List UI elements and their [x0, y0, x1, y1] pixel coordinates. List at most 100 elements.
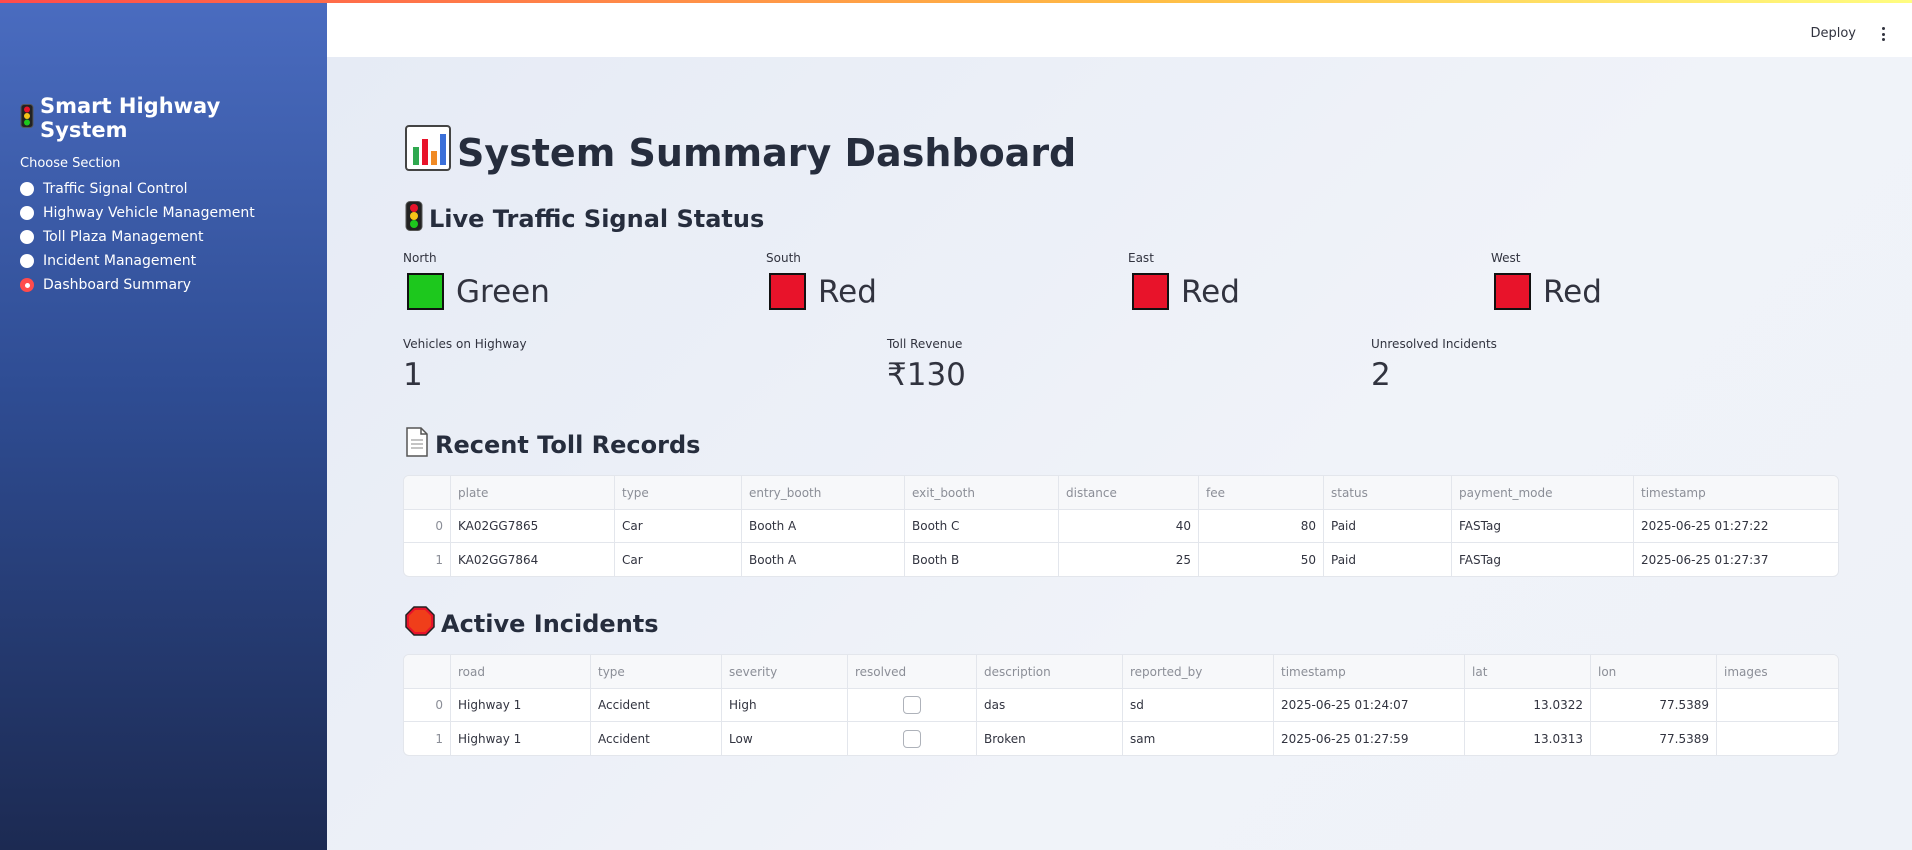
signal-status-south: Red [769, 273, 877, 310]
table-cell[interactable]: 2025-06-25 01:24:07 [1274, 689, 1465, 721]
column-header[interactable]: reported_by [1123, 655, 1274, 688]
column-header[interactable]: type [615, 476, 742, 509]
radio-label: Traffic Signal Control [43, 181, 188, 197]
table-cell[interactable] [1717, 689, 1838, 721]
table-cell[interactable]: FASTag [1452, 510, 1634, 542]
table-cell[interactable]: Booth A [742, 543, 905, 576]
radio-highway-vehicle-management[interactable]: Highway Vehicle Management [20, 201, 307, 225]
table-cell[interactable]: Low [722, 722, 848, 755]
table-cell[interactable]: sam [1123, 722, 1274, 755]
table-cell[interactable]: Accident [591, 722, 722, 755]
column-header[interactable]: distance [1059, 476, 1199, 509]
table-cell[interactable]: Booth B [905, 543, 1059, 576]
table-cell[interactable]: 40 [1059, 510, 1199, 542]
table-cell[interactable]: das [977, 689, 1123, 721]
radio-label: Toll Plaza Management [43, 229, 204, 245]
table-cell[interactable]: Booth A [742, 510, 905, 542]
table-cell[interactable]: Broken [977, 722, 1123, 755]
table-cell[interactable] [1717, 722, 1838, 755]
column-header[interactable]: images [1717, 655, 1838, 688]
table-cell[interactable]: Booth C [905, 510, 1059, 542]
table-cell[interactable]: Highway 1 [451, 722, 591, 755]
signal-direction-label: West [1491, 251, 1521, 265]
metric-label-unresolved-incidents: Unresolved Incidents [1371, 337, 1497, 351]
column-header[interactable]: plate [451, 476, 615, 509]
radio-dashboard-summary[interactable]: Dashboard Summary [20, 273, 307, 297]
table-cell[interactable]: 2025-06-25 01:27:59 [1274, 722, 1465, 755]
column-header[interactable]: status [1324, 476, 1452, 509]
table-cell[interactable]: 0 [404, 510, 451, 542]
main-area: System Summary Dashboard Live Traffic Si… [327, 57, 1912, 850]
column-header[interactable]: entry_booth [742, 476, 905, 509]
signal-status-text: Red [1543, 273, 1602, 310]
column-header[interactable]: fee [1199, 476, 1324, 509]
column-header[interactable] [404, 655, 451, 688]
table-cell[interactable]: KA02GG7865 [451, 510, 615, 542]
column-header[interactable]: payment_mode [1452, 476, 1634, 509]
column-header[interactable]: timestamp [1634, 476, 1838, 509]
table-cell[interactable]: 13.0313 [1465, 722, 1591, 755]
table-cell[interactable]: 2025-06-25 01:27:22 [1634, 510, 1838, 542]
table-cell[interactable]: 0 [404, 689, 451, 721]
red-signal-square [769, 273, 806, 310]
column-header[interactable]: severity [722, 655, 848, 688]
toll-records-table[interactable]: plate type entry_booth exit_booth distan… [403, 475, 1839, 577]
metric-value-unresolved-incidents: 2 [1371, 357, 1391, 393]
table-cell[interactable]: 77.5389 [1591, 689, 1717, 721]
table-cell[interactable]: 13.0322 [1465, 689, 1591, 721]
column-header[interactable]: lat [1465, 655, 1591, 688]
sidebar: Smart Highway System Choose Section Traf… [0, 0, 327, 850]
column-header[interactable]: description [977, 655, 1123, 688]
radio-toll-plaza-management[interactable]: Toll Plaza Management [20, 225, 307, 249]
radio-traffic-signal-control[interactable]: Traffic Signal Control [20, 177, 307, 201]
table-cell[interactable]: KA02GG7864 [451, 543, 615, 576]
radio-button[interactable] [20, 254, 34, 268]
bar-chart-icon [405, 125, 451, 180]
radio-button[interactable] [20, 206, 34, 220]
column-header[interactable]: resolved [848, 655, 977, 688]
column-header[interactable]: timestamp [1274, 655, 1465, 688]
table-cell[interactable]: 50 [1199, 543, 1324, 576]
signal-direction-label: East [1128, 251, 1154, 265]
table-cell[interactable]: sd [1123, 689, 1274, 721]
page-title-text: System Summary Dashboard [457, 130, 1077, 175]
table-row[interactable]: 1 KA02GG7864 Car Booth A Booth B 25 50 P… [404, 543, 1838, 576]
table-cell[interactable]: Car [615, 543, 742, 576]
main-menu-icon[interactable] [1881, 27, 1885, 41]
table-cell[interactable]: 2025-06-25 01:27:37 [1634, 543, 1838, 576]
table-cell[interactable]: Highway 1 [451, 689, 591, 721]
radio-button-selected[interactable] [20, 278, 34, 292]
resolved-checkbox[interactable] [903, 696, 921, 714]
column-header[interactable]: road [451, 655, 591, 688]
table-cell[interactable]: 1 [404, 722, 451, 755]
resolved-checkbox[interactable] [903, 729, 921, 748]
table-cell[interactable]: FASTag [1452, 543, 1634, 576]
table-cell[interactable]: Paid [1324, 510, 1452, 542]
table-cell[interactable]: 77.5389 [1591, 722, 1717, 755]
radio-button[interactable] [20, 230, 34, 244]
table-cell[interactable]: Accident [591, 689, 722, 721]
radio-incident-management[interactable]: Incident Management [20, 249, 307, 273]
column-header[interactable] [404, 476, 451, 509]
table-row[interactable]: 1 Highway 1 Accident Low Broken sam 2025… [404, 722, 1838, 755]
table-cell[interactable]: Paid [1324, 543, 1452, 576]
traffic-light-icon [20, 103, 34, 133]
active-incidents-table[interactable]: road type severity resolved description … [403, 654, 1839, 756]
signal-status-west: Red [1494, 273, 1602, 310]
radio-button[interactable] [20, 182, 34, 196]
resolved-cell[interactable] [848, 689, 977, 721]
column-header[interactable]: type [591, 655, 722, 688]
table-row[interactable]: 0 Highway 1 Accident High das sd 2025-06… [404, 689, 1838, 722]
table-cell[interactable]: 25 [1059, 543, 1199, 576]
table-row[interactable]: 0 KA02GG7865 Car Booth A Booth C 40 80 P… [404, 510, 1838, 543]
document-icon [405, 427, 429, 463]
table-cell[interactable]: Car [615, 510, 742, 542]
toll-heading: Recent Toll Records [405, 427, 700, 463]
column-header[interactable]: lon [1591, 655, 1717, 688]
resolved-cell[interactable] [848, 722, 977, 755]
deploy-button[interactable]: Deploy [1810, 26, 1856, 41]
column-header[interactable]: exit_booth [905, 476, 1059, 509]
table-cell[interactable]: 80 [1199, 510, 1324, 542]
table-cell[interactable]: 1 [404, 543, 451, 576]
table-cell[interactable]: High [722, 689, 848, 721]
